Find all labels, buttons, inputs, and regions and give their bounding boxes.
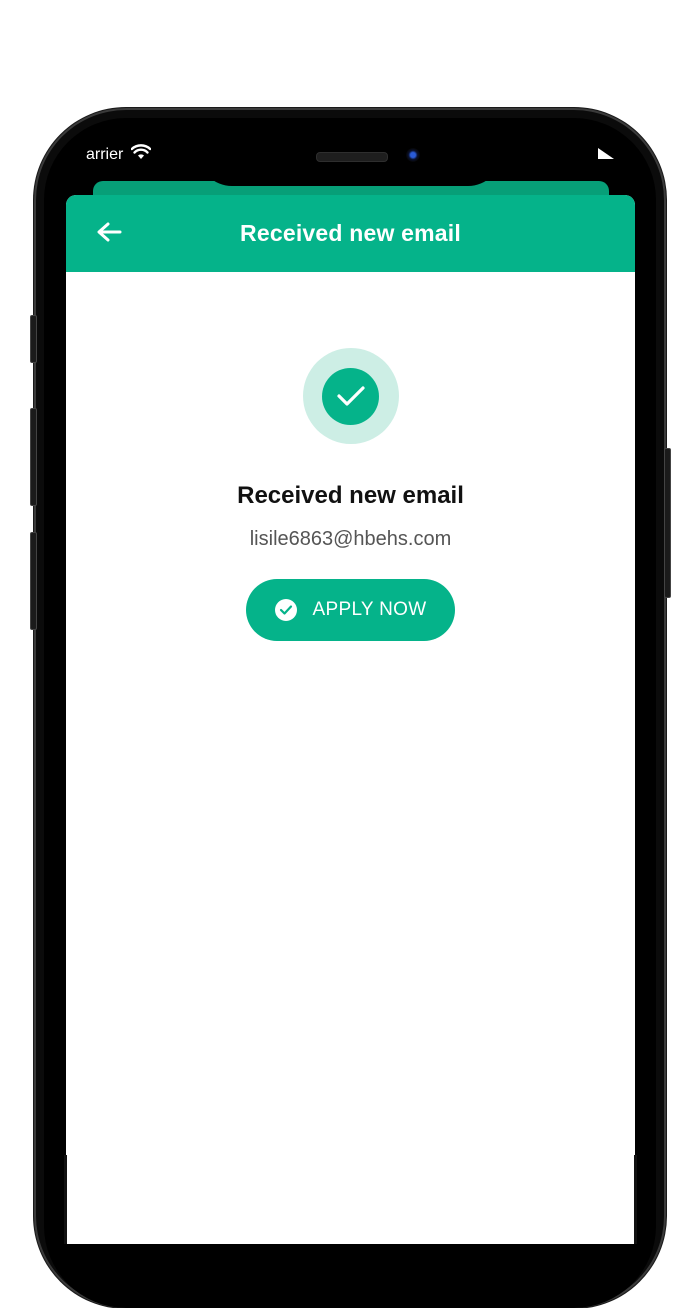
back-button[interactable] [94,219,124,249]
carrier-label: arrier [86,145,124,163]
frame-edge-left [64,1155,67,1244]
app-header: Received new email [66,195,635,272]
volume-down-button [30,532,37,630]
volume-up-button [30,408,37,506]
mute-switch [30,315,37,363]
status-bar-left: arrier [86,144,152,165]
speaker-grille [316,152,388,162]
front-camera [406,148,420,162]
success-badge [302,348,399,444]
battery-icon [596,146,616,165]
apply-now-label: APPLY NOW [312,599,427,620]
notch [198,118,502,186]
frame-edge-right [634,1155,637,1244]
arrow-left-icon [96,221,122,248]
email-address: lisile6863@hbehs.com [249,528,452,550]
check-circle-icon [274,599,297,621]
apply-now-button[interactable]: APPLY NOW [246,579,455,641]
power-button [664,448,671,598]
app-screen: Received new email Received new email li… [66,195,635,1244]
wifi-icon [130,144,152,165]
main-content: Received new email lisile6863@hbehs.com … [66,272,635,641]
check-circle-icon [322,367,379,425]
success-heading: Received new email [237,482,464,509]
page-title: Received new email [240,220,461,246]
